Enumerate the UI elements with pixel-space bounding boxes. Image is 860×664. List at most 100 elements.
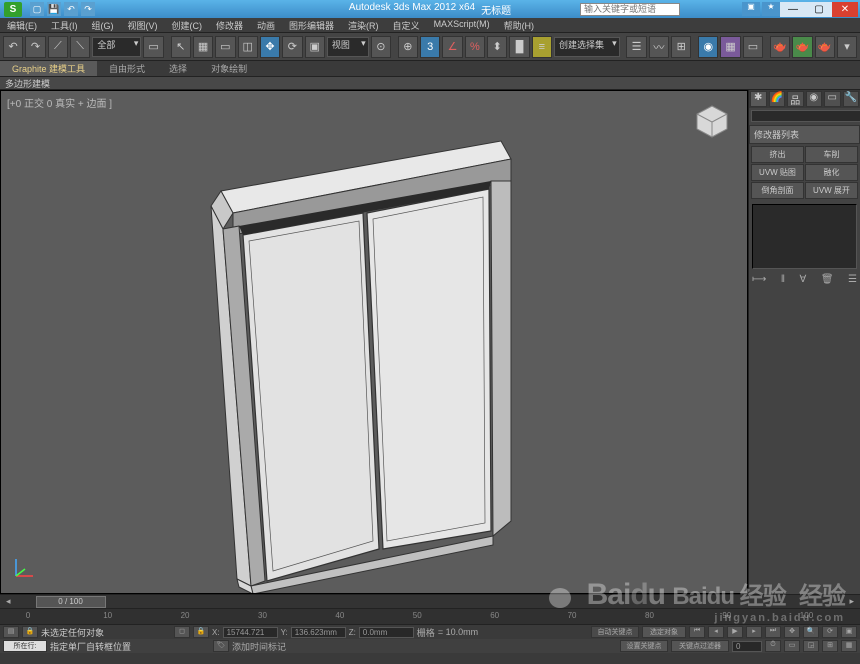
lock-icon[interactable]: 🔒 (22, 626, 38, 638)
tab-motion-icon[interactable]: ◉ (806, 91, 823, 107)
nav-pan-icon[interactable]: ✥ (784, 626, 800, 638)
qat-redo-icon[interactable]: ↷ (81, 2, 95, 16)
spinner-snap-icon[interactable]: ⬍ (487, 36, 507, 58)
menu-view[interactable]: 视图(V) (121, 18, 165, 32)
mirror-icon[interactable]: ▐▌ (509, 36, 529, 58)
object-name-input[interactable] (751, 110, 860, 122)
time-handle[interactable]: 0 / 100 (36, 596, 106, 608)
nav-max-icon[interactable]: ▣ (841, 626, 857, 638)
modifier-stack[interactable] (752, 204, 857, 269)
layer-icon[interactable]: ☰ (626, 36, 646, 58)
pivot-icon[interactable]: ⊙ (371, 36, 391, 58)
pin-stack-icon[interactable]: ⟼ (752, 274, 766, 285)
remove-mod-icon[interactable]: 🗑 (821, 274, 834, 285)
menu-modifier[interactable]: 修改器 (209, 18, 250, 32)
coord-y[interactable]: 136.623mm (291, 627, 346, 638)
sel-key-button[interactable]: 选定对象 (642, 626, 686, 638)
mod-bevel[interactable]: 倒角剖面 (751, 182, 804, 199)
mod-unwrap[interactable]: UVW 展开 (805, 182, 858, 199)
menu-render[interactable]: 渲染(R) (341, 18, 386, 32)
tab-modify-icon[interactable]: 🌈 (769, 91, 786, 107)
nav2-4-icon[interactable]: ▦ (841, 640, 857, 652)
ribbon-tab-select[interactable]: 选择 (157, 61, 199, 76)
nav-orbit-icon[interactable]: ⟳ (822, 626, 838, 638)
scale-icon[interactable]: ▣ (305, 36, 325, 58)
link-icon[interactable]: ⟋ (48, 36, 68, 58)
nav2-1-icon[interactable]: ▭ (784, 640, 800, 652)
tab-create-icon[interactable]: ✱ (750, 91, 767, 107)
mod-extrude[interactable]: 挤出 (751, 146, 804, 163)
mod-uvwmap[interactable]: UVW 贴图 (751, 164, 804, 181)
play-end-icon[interactable]: ⏭ (765, 626, 781, 638)
percent-snap-icon[interactable]: % (465, 36, 485, 58)
render-preset-icon[interactable]: ▾ (837, 36, 857, 58)
lock-sel-icon[interactable]: 🔒 (193, 626, 209, 638)
render-prod-icon[interactable]: 🫖 (770, 36, 790, 58)
time-config-icon[interactable]: ⏱ (765, 640, 781, 652)
move-icon[interactable]: ✥ (260, 36, 280, 58)
viewport-label[interactable]: [+0 正交 0 真实 + 边面 ] (7, 95, 112, 110)
minimize-button[interactable]: — (780, 2, 806, 17)
nav-zoom-icon[interactable]: 🔍 (803, 626, 819, 638)
script-mini-icon[interactable]: ▤ (3, 626, 19, 638)
select-name-icon[interactable]: ▦ (193, 36, 213, 58)
menu-group[interactable]: 组(G) (85, 18, 121, 32)
play-next-icon[interactable]: ▸ (746, 626, 762, 638)
coord-z[interactable]: 0.0mm (359, 627, 414, 638)
app-logo-icon[interactable]: S (4, 2, 22, 17)
modifier-list[interactable]: 修改器列表 (749, 125, 860, 144)
show-end-icon[interactable]: ‖ (781, 274, 785, 285)
render-iter-icon[interactable]: 🫖 (792, 36, 812, 58)
angle-snap-icon[interactable]: ∠ (442, 36, 462, 58)
window-cross-icon[interactable]: ◫ (238, 36, 258, 58)
tab-hierarchy-icon[interactable]: 品 (787, 91, 804, 107)
snap-icon[interactable]: 3 (420, 36, 440, 58)
viewport[interactable]: [+0 正交 0 真实 + 边面 ] (0, 90, 748, 594)
tab-display-icon[interactable]: ▭ (824, 91, 841, 107)
select-filter[interactable]: 全部 (92, 37, 141, 57)
select-rect-icon[interactable]: ▭ (215, 36, 235, 58)
play-icon[interactable]: ▶ (727, 626, 743, 638)
set-key-button[interactable]: 设置关键点 (620, 640, 668, 652)
play-start-icon[interactable]: ⏮ (689, 626, 705, 638)
ic-btn-1[interactable]: ▣ (742, 2, 760, 16)
menu-tools[interactable]: 工具(I) (44, 18, 85, 32)
tag-icon[interactable]: 🏷 (213, 640, 229, 652)
ribbon-panel[interactable]: 多边形建模 (0, 77, 860, 90)
frame-input[interactable]: 0 (732, 641, 762, 652)
menu-edit[interactable]: 编辑(E) (0, 18, 44, 32)
qat-new-icon[interactable]: ▢ (30, 2, 44, 16)
search-input[interactable] (580, 3, 680, 16)
ic-btn-2[interactable]: ★ (762, 2, 780, 16)
coord-x[interactable]: 15744.721 (223, 627, 278, 638)
ribbon-tab-graphite[interactable]: Graphite 建模工具 (0, 61, 97, 76)
qat-save-icon[interactable]: 💾 (47, 2, 61, 16)
menu-anim[interactable]: 动画 (250, 18, 282, 32)
tab-utility-icon[interactable]: 🔧 (843, 91, 860, 107)
ribbon-tab-freeform[interactable]: 自由形式 (97, 61, 157, 76)
menu-create[interactable]: 创建(C) (165, 18, 210, 32)
mod-uvwxform[interactable]: 融化 (805, 164, 858, 181)
menu-custom[interactable]: 自定义 (386, 18, 427, 32)
select-object-icon[interactable]: ↖ (171, 36, 191, 58)
nav2-2-icon[interactable]: ◲ (803, 640, 819, 652)
unlink-icon[interactable]: ⟍ (70, 36, 90, 58)
auto-key-button[interactable]: 自动关键点 (591, 626, 639, 638)
close-button[interactable]: ✕ (832, 2, 858, 17)
menu-script[interactable]: MAXScript(M) (427, 18, 497, 32)
key-filter-button[interactable]: 关键点过滤器 (671, 640, 729, 652)
menu-help[interactable]: 帮助(H) (497, 18, 542, 32)
ribbon-tab-paint[interactable]: 对象绘制 (199, 61, 259, 76)
ref-coord[interactable]: 视图 (327, 37, 369, 57)
render-setup-icon[interactable]: ▦ (720, 36, 740, 58)
nav2-3-icon[interactable]: ⊞ (822, 640, 838, 652)
rotate-icon[interactable]: ⟳ (282, 36, 302, 58)
viewcube-icon[interactable] (692, 101, 732, 141)
add-marker[interactable]: 添加时间标记 (232, 640, 286, 653)
curve-ed-icon[interactable]: 〰 (649, 36, 669, 58)
render-frame-icon[interactable]: ▭ (743, 36, 763, 58)
iso-icon[interactable]: ◻ (174, 626, 190, 638)
undo-icon[interactable]: ↶ (3, 36, 23, 58)
manip-icon[interactable]: ⊕ (398, 36, 418, 58)
align-icon[interactable]: ≡ (532, 36, 552, 58)
